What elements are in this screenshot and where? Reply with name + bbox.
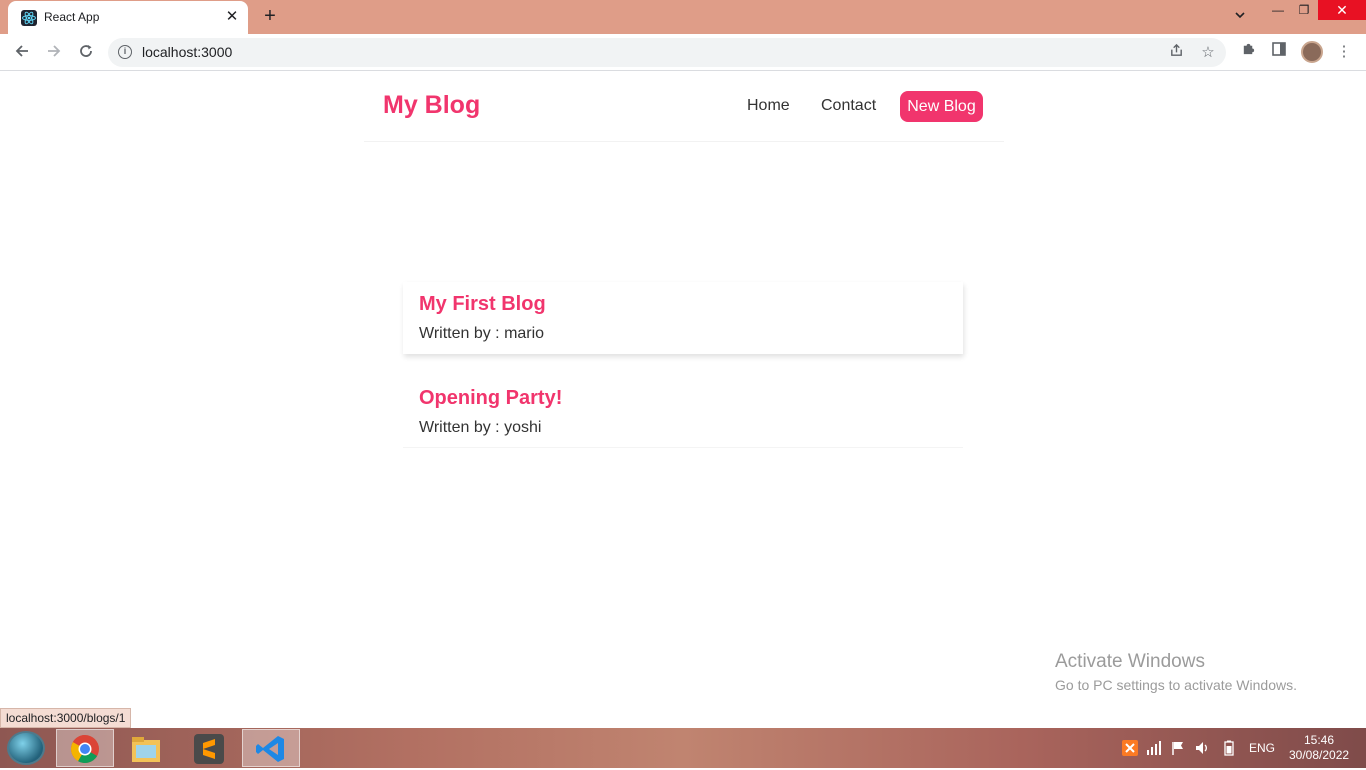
site-brand: My Blog [383, 91, 481, 119]
volume-tray-icon[interactable] [1194, 740, 1210, 759]
menu-kebab-icon[interactable]: ⋮ [1332, 40, 1356, 64]
tab-close-icon[interactable]: ✕ [224, 7, 240, 25]
minimize-button[interactable]: — [1265, 0, 1291, 22]
browser-tab[interactable]: React App ✕ [8, 1, 248, 34]
address-url[interactable]: localhost:3000 [142, 44, 232, 60]
chrome-icon [70, 734, 100, 769]
browser-toolbar: i localhost:3000 ☆ ⋮ [0, 34, 1366, 71]
tab-search-chevron-icon[interactable] [1230, 7, 1250, 27]
share-icon[interactable] [1166, 43, 1186, 63]
clock-time: 15:46 [1303, 733, 1335, 747]
xampp-tray-icon[interactable] [1122, 740, 1138, 759]
blog-preview[interactable]: Opening Party! Written by : yoshi [403, 376, 963, 448]
sublime-text-icon [194, 734, 224, 764]
vscode-taskbar-button[interactable] [242, 729, 300, 767]
window-close-button[interactable]: ✕ [1318, 0, 1366, 20]
network-tray-icon[interactable] [1146, 740, 1162, 759]
clock-date: 30/08/2022 [1289, 748, 1350, 762]
extensions-puzzle-icon[interactable] [1236, 40, 1260, 64]
blog-preview[interactable]: My First Blog Written by : mario [403, 282, 963, 354]
page-viewport: My Blog Home Contact New Blog My First B… [0, 71, 1366, 728]
restore-button[interactable]: ❐ [1291, 0, 1317, 22]
nav-link-home[interactable]: Home [747, 97, 790, 115]
blog-author: Written by : yoshi [419, 419, 542, 436]
blog-title[interactable]: My First Blog [419, 293, 546, 316]
site-info-icon[interactable]: i [118, 45, 132, 59]
file-explorer-icon [131, 735, 161, 768]
browser-titlebar: React App ✕ + — ❐ ✕ [0, 0, 1366, 34]
new-blog-button[interactable]: New Blog [900, 91, 983, 122]
action-center-flag-icon[interactable] [1170, 740, 1186, 759]
sublime-taskbar-button[interactable] [180, 729, 238, 767]
blog-author: Written by : mario [419, 325, 545, 342]
side-panel-icon[interactable] [1267, 40, 1291, 64]
tab-title: React App [44, 10, 100, 24]
file-explorer-taskbar-button[interactable] [118, 729, 176, 767]
chrome-taskbar-button[interactable] [56, 729, 114, 767]
forward-arrow-icon[interactable] [41, 40, 67, 66]
site-navbar: My Blog Home Contact New Blog [364, 71, 1004, 142]
link-status-bubble: localhost:3000/blogs/1 [0, 708, 132, 728]
start-button[interactable] [7, 731, 45, 765]
activate-windows-title: Activate Windows [1055, 651, 1205, 672]
bookmark-star-icon[interactable]: ☆ [1198, 43, 1218, 63]
vscode-icon [255, 733, 287, 770]
battery-tray-icon[interactable] [1223, 740, 1235, 759]
input-language[interactable]: ENG [1249, 741, 1275, 755]
blog-title[interactable]: Opening Party! [419, 387, 562, 410]
activate-windows-subtitle: Go to PC settings to activate Windows. [1055, 677, 1297, 693]
address-bar[interactable]: i localhost:3000 ☆ [108, 38, 1226, 67]
reload-icon[interactable] [73, 40, 99, 66]
taskbar-clock[interactable]: 15:46 30/08/2022 [1289, 733, 1349, 763]
new-tab-button[interactable]: + [259, 5, 281, 27]
nav-link-contact[interactable]: Contact [821, 97, 876, 115]
profile-avatar[interactable] [1301, 41, 1323, 63]
react-favicon-icon [21, 10, 37, 26]
windows-taskbar: ENG 15:46 30/08/2022 [0, 728, 1366, 768]
back-arrow-icon[interactable] [9, 40, 35, 66]
